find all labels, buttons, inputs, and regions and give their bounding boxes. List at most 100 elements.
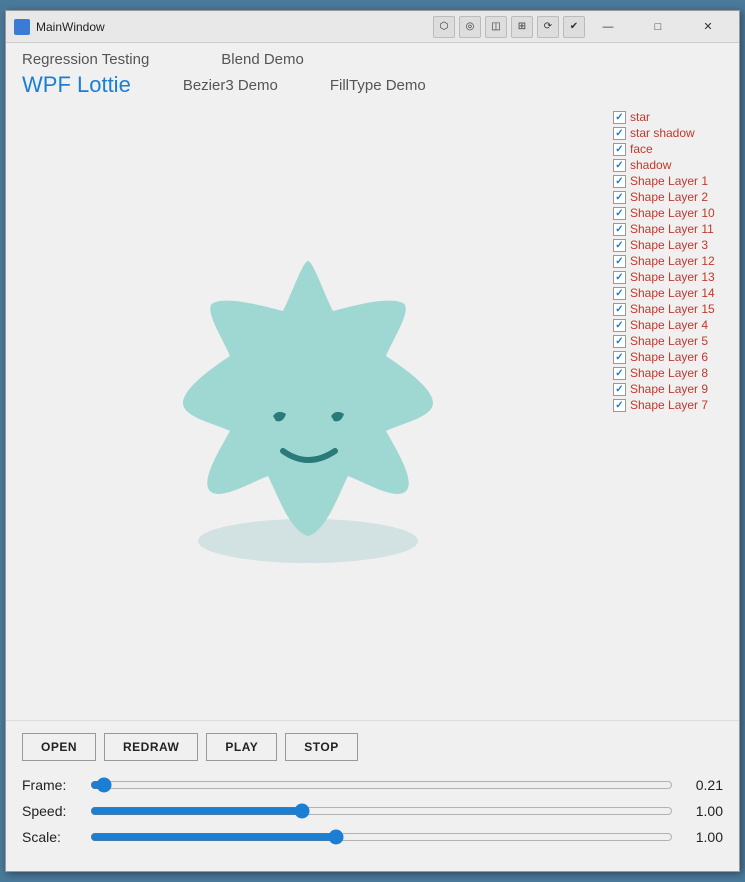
layer-name-11: Shape Layer 14	[630, 286, 715, 300]
toolbar-btn-2[interactable]: ◎	[459, 16, 481, 38]
toolbar-btn-1[interactable]: ⬡	[433, 16, 455, 38]
app-icon	[14, 19, 30, 35]
window-title: MainWindow	[36, 20, 313, 34]
layers-panel: star star shadow face shadow Shape Layer 1 Sh…	[609, 102, 739, 720]
layer-item-10: Shape Layer 13	[613, 270, 735, 284]
frame-label: Frame:	[22, 777, 82, 793]
minimize-button[interactable]: —	[585, 12, 631, 42]
scale-label: Scale:	[22, 829, 82, 845]
content-area: star star shadow face shadow Shape Layer 1 Sh…	[6, 102, 739, 720]
toolbar-btn-4[interactable]: ⊞	[511, 16, 533, 38]
nav-blend-demo[interactable]: Blend Demo	[221, 51, 304, 68]
play-button[interactable]: PLAY	[206, 733, 277, 761]
close-button[interactable]: ✕	[685, 12, 731, 42]
layer-name-17: Shape Layer 9	[630, 382, 708, 396]
main-window: MainWindow ⬡ ◎ ◫ ⊞ ⟳ ✔ — □ ✕ Regression …	[5, 10, 740, 872]
layer-item-16: Shape Layer 8	[613, 366, 735, 380]
layer-checkbox-18[interactable]	[613, 399, 626, 412]
layer-name-16: Shape Layer 8	[630, 366, 708, 380]
toolbar-btn-5[interactable]: ⟳	[537, 16, 559, 38]
layer-checkbox-16[interactable]	[613, 367, 626, 380]
layer-name-10: Shape Layer 13	[630, 270, 715, 284]
animation-panel	[6, 102, 609, 720]
layer-checkbox-7[interactable]	[613, 223, 626, 236]
layer-item-4: Shape Layer 1	[613, 174, 735, 188]
layer-item-12: Shape Layer 15	[613, 302, 735, 316]
layer-checkbox-2[interactable]	[613, 143, 626, 156]
layer-name-5: Shape Layer 2	[630, 190, 708, 204]
layer-item-9: Shape Layer 12	[613, 254, 735, 268]
toolbar-btn-6[interactable]: ✔	[563, 16, 585, 38]
layer-checkbox-5[interactable]	[613, 191, 626, 204]
stop-button[interactable]: STOP	[285, 733, 357, 761]
layer-name-7: Shape Layer 11	[630, 222, 714, 236]
layer-checkbox-12[interactable]	[613, 303, 626, 316]
scale-value: 1.00	[681, 829, 723, 845]
layer-item-17: Shape Layer 9	[613, 382, 735, 396]
layer-checkbox-1[interactable]	[613, 127, 626, 140]
star-canvas	[98, 176, 518, 646]
layer-checkbox-11[interactable]	[613, 287, 626, 300]
layer-name-6: Shape Layer 10	[630, 206, 715, 220]
speed-slider[interactable]	[90, 803, 673, 819]
layer-item-11: Shape Layer 14	[613, 286, 735, 300]
layer-item-1: star shadow	[613, 126, 735, 140]
bottom-area: OPEN REDRAW PLAY STOP Frame: 0.21 Speed:…	[6, 720, 739, 871]
nav-regression-testing[interactable]: Regression Testing	[22, 51, 149, 68]
layer-name-4: Shape Layer 1	[630, 174, 708, 188]
scale-slider-row: Scale: 1.00	[22, 829, 723, 845]
layer-item-0: star	[613, 110, 735, 124]
layer-item-8: Shape Layer 3	[613, 238, 735, 252]
layer-item-13: Shape Layer 4	[613, 318, 735, 332]
layer-checkbox-15[interactable]	[613, 351, 626, 364]
layer-name-3: shadow	[630, 158, 671, 172]
layer-name-8: Shape Layer 3	[630, 238, 708, 252]
layer-checkbox-13[interactable]	[613, 319, 626, 332]
speed-slider-row: Speed: 1.00	[22, 803, 723, 819]
redraw-button[interactable]: REDRAW	[104, 733, 198, 761]
layer-name-2: face	[630, 142, 653, 156]
maximize-button[interactable]: □	[635, 12, 681, 42]
titlebar: MainWindow ⬡ ◎ ◫ ⊞ ⟳ ✔ — □ ✕	[6, 11, 739, 43]
layer-checkbox-6[interactable]	[613, 207, 626, 220]
layer-checkbox-8[interactable]	[613, 239, 626, 252]
layer-name-0: star	[630, 110, 650, 124]
toolbar: ⬡ ◎ ◫ ⊞ ⟳ ✔	[433, 16, 585, 38]
layer-name-14: Shape Layer 5	[630, 334, 708, 348]
layer-name-18: Shape Layer 7	[630, 398, 708, 412]
layer-item-3: shadow	[613, 158, 735, 172]
layer-checkbox-0[interactable]	[613, 111, 626, 124]
layer-name-15: Shape Layer 6	[630, 350, 708, 364]
buttons-row: OPEN REDRAW PLAY STOP	[22, 733, 723, 761]
nav-wpf-lottie[interactable]: WPF Lottie	[22, 72, 131, 98]
layer-item-5: Shape Layer 2	[613, 190, 735, 204]
layer-item-7: Shape Layer 11	[613, 222, 735, 236]
speed-label: Speed:	[22, 803, 82, 819]
layer-checkbox-3[interactable]	[613, 159, 626, 172]
nav-filltype-demo[interactable]: FillType Demo	[330, 77, 426, 94]
scale-slider[interactable]	[90, 829, 673, 845]
nav-row2: WPF Lottie Bezier3 Demo FillType Demo	[6, 72, 739, 102]
layer-name-1: star shadow	[630, 126, 695, 140]
frame-value: 0.21	[681, 777, 723, 793]
toolbar-btn-3[interactable]: ◫	[485, 16, 507, 38]
nav-bezier3-demo[interactable]: Bezier3 Demo	[183, 77, 278, 94]
layer-checkbox-17[interactable]	[613, 383, 626, 396]
layer-item-6: Shape Layer 10	[613, 206, 735, 220]
layer-checkbox-14[interactable]	[613, 335, 626, 348]
layer-item-14: Shape Layer 5	[613, 334, 735, 348]
speed-value: 1.00	[681, 803, 723, 819]
nav-area: Regression Testing Blend Demo	[6, 43, 739, 72]
layer-item-2: face	[613, 142, 735, 156]
layer-checkbox-9[interactable]	[613, 255, 626, 268]
layer-name-13: Shape Layer 4	[630, 318, 708, 332]
layer-item-15: Shape Layer 6	[613, 350, 735, 364]
layer-checkbox-10[interactable]	[613, 271, 626, 284]
layers-list: star star shadow face shadow Shape Layer 1 Sh…	[613, 110, 735, 412]
layer-checkbox-4[interactable]	[613, 175, 626, 188]
open-button[interactable]: OPEN	[22, 733, 96, 761]
lottie-animation	[138, 231, 478, 591]
window-controls: — □ ✕	[585, 12, 731, 42]
frame-slider-row: Frame: 0.21	[22, 777, 723, 793]
frame-slider[interactable]	[90, 777, 673, 793]
